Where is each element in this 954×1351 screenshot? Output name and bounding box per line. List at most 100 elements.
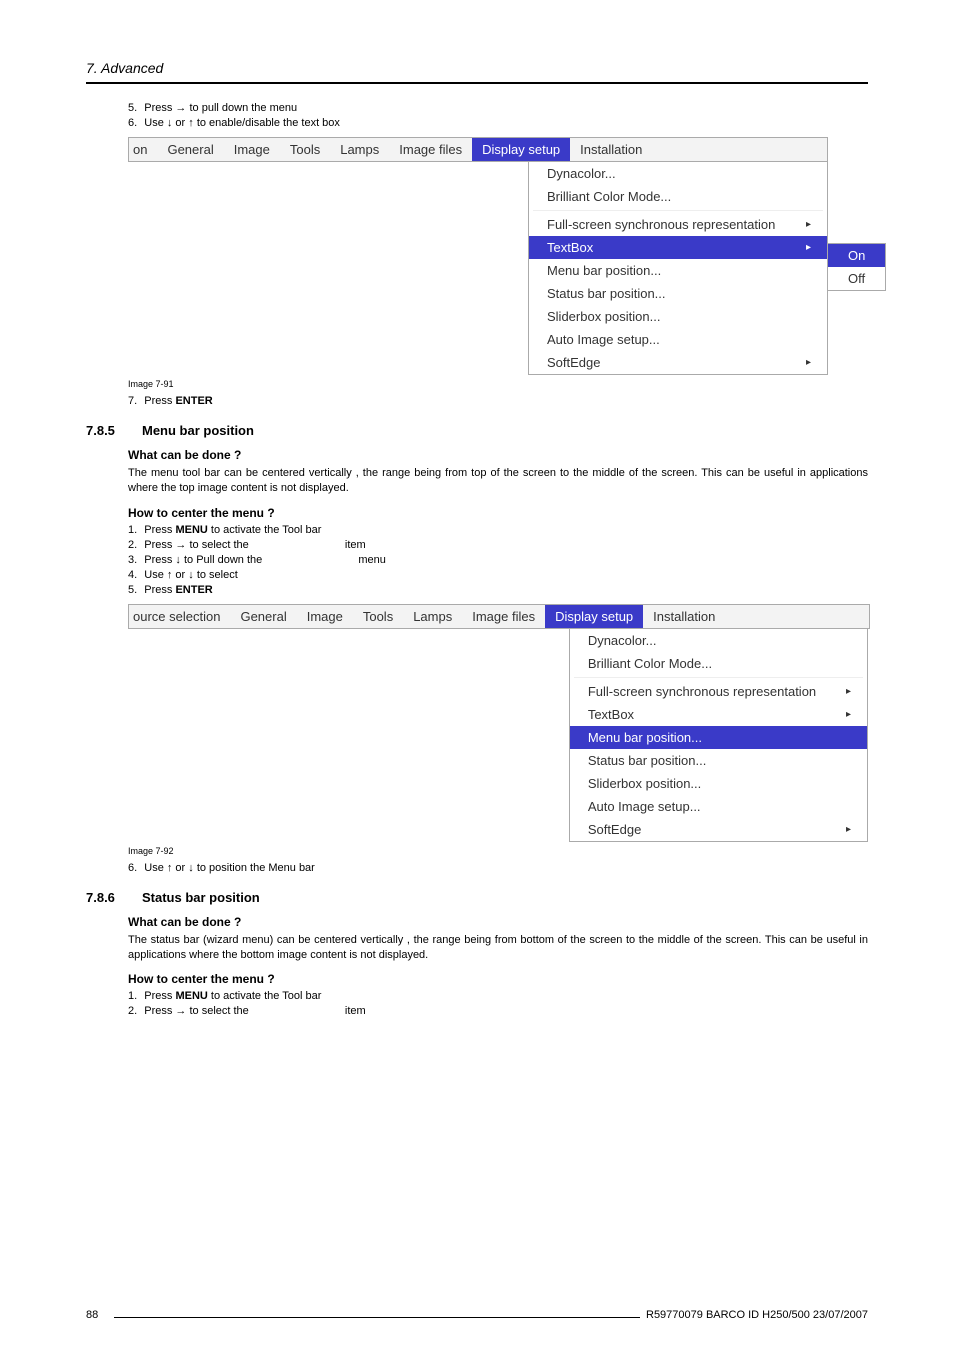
tab-source-selection[interactable]: ource selection	[129, 605, 230, 628]
ui-image-7-91: on General Image Tools Lamps Image files…	[128, 137, 868, 375]
step-text: Use ↑ or ↓ to position the Menu bar	[144, 862, 315, 874]
content-block: 5. Press → to pull down the menu 6. Use …	[86, 102, 868, 1017]
tab-tools[interactable]: Tools	[353, 605, 403, 628]
ui-image-7-92: ource selection General Image Tools Lamp…	[128, 604, 868, 842]
tab-lamps[interactable]: Lamps	[330, 138, 389, 161]
dd-label: Auto Image setup...	[547, 332, 660, 347]
tab-truncated[interactable]: on	[129, 138, 157, 161]
submenu-textbox: On Off	[827, 243, 886, 291]
step-text: Press → to select the item	[144, 1005, 365, 1017]
step-6: 6. Use ↓ or ↑ to enable/disable the text…	[128, 117, 868, 129]
tab-image[interactable]: Image	[297, 605, 353, 628]
tab-general[interactable]: General	[157, 138, 223, 161]
tab-lamps[interactable]: Lamps	[403, 605, 462, 628]
submenu-off[interactable]: Off	[828, 267, 885, 290]
dd-textbox[interactable]: TextBox▸	[570, 703, 867, 726]
sub-heading-how: How to center the menu ?	[128, 506, 868, 520]
dd-label: Sliderbox position...	[547, 309, 660, 324]
dd-label: Auto Image setup...	[588, 799, 701, 814]
arrow-right-icon: ▸	[806, 219, 811, 230]
step-post: to activate the Tool bar	[208, 524, 322, 536]
step-text: Press ↓ to Pull down the menu	[144, 554, 386, 566]
step-text: Press → to pull down the menu	[144, 102, 297, 114]
step-bold: MENU	[175, 990, 207, 1002]
tab-image[interactable]: Image	[224, 138, 280, 161]
step-num: 7.	[128, 395, 137, 407]
dd-label: Brilliant Color Mode...	[588, 656, 712, 671]
tab-display-setup[interactable]: Display setup	[472, 138, 570, 161]
dd-softedge[interactable]: SoftEdge▸	[529, 351, 827, 374]
dd-menu-bar-pos[interactable]: Menu bar position...	[529, 259, 827, 282]
chapter-rule	[86, 82, 868, 84]
dd-textbox[interactable]: TextBox▸	[529, 236, 827, 259]
dd-status-bar-pos[interactable]: Status bar position...	[570, 749, 867, 772]
arrow-right-icon: ▸	[846, 686, 851, 697]
step-7: 7. Press ENTER	[128, 395, 868, 407]
section-num: 7.8.5	[86, 423, 142, 438]
step-num: 3.	[128, 554, 137, 566]
dd-label: Menu bar position...	[588, 730, 702, 745]
step-text: Press MENU to activate the Tool bar	[144, 524, 321, 536]
dd-sliderbox-pos[interactable]: Sliderbox position...	[529, 305, 827, 328]
sub-heading-what: What can be done ?	[128, 448, 868, 462]
dd-menu-bar-pos[interactable]: Menu bar position...	[570, 726, 867, 749]
step-text: Press ENTER	[144, 584, 212, 596]
step-num: 1.	[128, 990, 137, 1002]
sub-heading-how: How to center the menu ?	[128, 972, 868, 986]
step-post: to activate the Tool bar	[208, 990, 322, 1002]
dd-auto-image[interactable]: Auto Image setup...	[529, 328, 827, 351]
image-caption: Image 7-91	[128, 379, 868, 389]
dd-fullscreen-sync[interactable]: Full-screen synchronous representation▸	[529, 213, 827, 236]
dd-dynacolor[interactable]: Dynacolor...	[570, 629, 867, 652]
dd-label: Status bar position...	[588, 753, 707, 768]
menubar: on General Image Tools Lamps Image files…	[128, 137, 828, 162]
dd-label: Dynacolor...	[588, 633, 657, 648]
dd-fullscreen-sync[interactable]: Full-screen synchronous representation ▸	[570, 680, 867, 703]
section-785-heading: 7.8.5 Menu bar position	[86, 423, 868, 438]
page-number: 88	[86, 1309, 98, 1321]
step-post: item	[345, 1005, 366, 1017]
section-title: Menu bar position	[142, 423, 254, 438]
menubar: ource selection General Image Tools Lamp…	[128, 604, 870, 629]
step-post: menu	[358, 554, 386, 566]
submenu-on[interactable]: On	[828, 244, 885, 267]
tab-display-setup[interactable]: Display setup	[545, 605, 643, 628]
step-num: 6.	[128, 862, 137, 874]
step-pre: Press → to select the	[144, 1005, 252, 1017]
tab-installation[interactable]: Installation	[570, 138, 652, 161]
dd-softedge[interactable]: SoftEdge▸	[570, 818, 867, 841]
dd-label: Menu bar position...	[547, 263, 661, 278]
footer-rule	[114, 1317, 640, 1318]
step-pre: Press	[144, 990, 175, 1002]
sub-heading-what: What can be done ?	[128, 915, 868, 929]
dd-brilliant-color[interactable]: Brilliant Color Mode...	[529, 185, 827, 208]
dd-dynacolor[interactable]: Dynacolor...	[529, 162, 827, 185]
step-pre: Press → to select the	[144, 539, 252, 551]
page-footer: 88 R59770079 BARCO ID H250/500 23/07/200…	[86, 1309, 868, 1321]
tab-image-files[interactable]: Image files	[462, 605, 545, 628]
dd-label: Full-screen synchronous representation	[588, 684, 816, 699]
tab-installation[interactable]: Installation	[643, 605, 725, 628]
tab-general[interactable]: General	[230, 605, 296, 628]
step-text: Press MENU to activate the Tool bar	[144, 990, 321, 1002]
tabs: on General Image Tools Lamps Image files…	[129, 138, 827, 161]
step-bold: ENTER	[175, 395, 212, 407]
step-num: 2.	[128, 1005, 137, 1017]
tab-tools[interactable]: Tools	[280, 138, 330, 161]
step-2c: 2. Press → to select the item	[128, 1005, 868, 1017]
page: 7. Advanced 5. Press → to pull down the …	[0, 0, 954, 1351]
step-num: 1.	[128, 524, 137, 536]
step-1c: 1. Press MENU to activate the Tool bar	[128, 990, 868, 1002]
step-5b: 5. Press ENTER	[128, 584, 868, 596]
paragraph: The menu tool bar can be centered vertic…	[128, 466, 868, 496]
step-text: Use ↓ or ↑ to enable/disable the text bo…	[144, 117, 340, 129]
section-num: 7.8.6	[86, 890, 142, 905]
tab-image-files[interactable]: Image files	[389, 138, 472, 161]
dd-sliderbox-pos[interactable]: Sliderbox position...	[570, 772, 867, 795]
dd-label: Sliderbox position...	[588, 776, 701, 791]
step-4: 4. Use ↑ or ↓ to select	[128, 569, 868, 581]
step-2: 2. Press → to select the item	[128, 539, 868, 551]
dd-brilliant-color[interactable]: Brilliant Color Mode...	[570, 652, 867, 675]
dd-status-bar-pos[interactable]: Status bar position...	[529, 282, 827, 305]
dd-auto-image[interactable]: Auto Image setup...	[570, 795, 867, 818]
